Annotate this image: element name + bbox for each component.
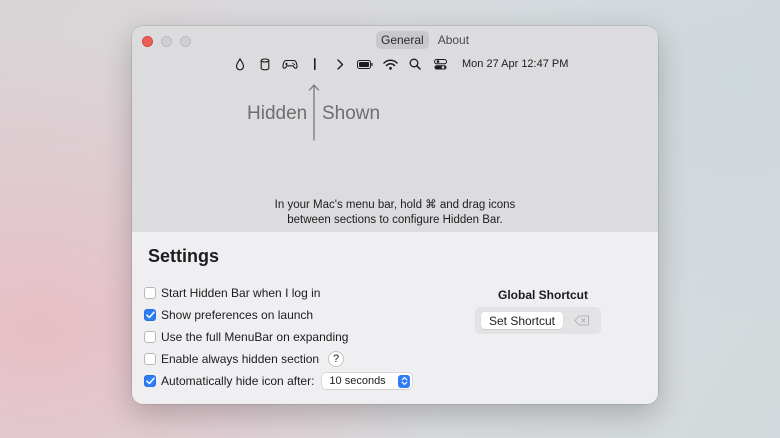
drop-icon bbox=[232, 56, 248, 72]
menubar-preview: Mon 27 Apr 12:47 PM bbox=[232, 56, 568, 72]
minimize-button[interactable] bbox=[161, 36, 172, 47]
hidden-section-label: Hidden bbox=[247, 103, 308, 124]
option-label: Automatically hide icon after: bbox=[161, 374, 315, 388]
preferences-window: General About Mon 27 Apr 12:47 PM Hidden… bbox=[132, 26, 658, 404]
tab-about[interactable]: About bbox=[433, 31, 474, 49]
menubar-clock: Mon 27 Apr 12:47 PM bbox=[462, 58, 569, 70]
option-show-preferences[interactable]: Show preferences on launch bbox=[144, 304, 412, 326]
settings-options: Start Hidden Bar when I log in Show pref… bbox=[144, 282, 413, 392]
window-controls bbox=[142, 36, 191, 47]
option-always-hidden[interactable]: Enable always hidden section ? bbox=[144, 348, 412, 370]
search-icon bbox=[407, 56, 423, 72]
hide-delay-select[interactable]: 10 seconds bbox=[322, 373, 413, 389]
option-start-at-login[interactable]: Start Hidden Bar when I log in bbox=[144, 282, 412, 304]
tab-general[interactable]: General bbox=[376, 31, 429, 49]
delete-key-icon bbox=[573, 315, 589, 326]
clear-shortcut-button[interactable] bbox=[568, 312, 595, 329]
preview-area: General About Mon 27 Apr 12:47 PM Hidden… bbox=[132, 26, 658, 232]
zoom-button[interactable] bbox=[180, 36, 191, 47]
close-button[interactable] bbox=[142, 36, 153, 47]
arrow-up-icon bbox=[308, 84, 320, 141]
cylinder-icon bbox=[257, 56, 273, 72]
separator-bar-icon[interactable] bbox=[307, 56, 323, 72]
checkbox-full-menubar[interactable] bbox=[144, 331, 156, 343]
instructions-line-1: In your Mac's menu bar, hold ⌘ and drag … bbox=[274, 199, 516, 211]
option-auto-hide[interactable]: Automatically hide icon after: 10 second… bbox=[144, 370, 413, 392]
instructions-text: In your Mac's menu bar, hold ⌘ and drag … bbox=[132, 198, 658, 228]
chevron-right-icon[interactable] bbox=[332, 56, 348, 72]
option-full-menubar[interactable]: Use the full MenuBar on expanding bbox=[144, 326, 412, 348]
gamepad-icon bbox=[282, 56, 298, 72]
shown-section-label: Shown bbox=[322, 103, 381, 124]
battery-icon bbox=[357, 56, 373, 72]
option-label: Use the full MenuBar on expanding bbox=[161, 330, 349, 344]
hide-delay-value: 10 seconds bbox=[329, 375, 386, 387]
settings-title: Settings bbox=[148, 246, 220, 266]
checkbox-start-at-login[interactable] bbox=[144, 287, 156, 299]
set-shortcut-button[interactable]: Set Shortcut bbox=[481, 312, 563, 329]
checkbox-show-preferences[interactable] bbox=[144, 309, 156, 321]
checkmark-icon bbox=[145, 311, 155, 319]
section-diagram: Hidden Shown bbox=[132, 81, 658, 141]
help-button[interactable]: ? bbox=[328, 351, 345, 367]
control-center-icon bbox=[432, 56, 448, 72]
global-shortcut-title: Global Shortcut bbox=[498, 288, 588, 302]
option-label: Enable always hidden section bbox=[161, 352, 320, 366]
tab-bar: General About bbox=[376, 31, 474, 49]
option-label: Show preferences on launch bbox=[161, 308, 314, 322]
checkmark-icon bbox=[145, 377, 155, 385]
select-stepper-icon bbox=[398, 374, 411, 388]
instructions-line-2: between sections to configure Hidden Bar… bbox=[287, 214, 503, 226]
shortcut-recorder: Set Shortcut bbox=[475, 307, 601, 334]
checkbox-always-hidden[interactable] bbox=[144, 353, 156, 365]
settings-panel: Settings Start Hidden Bar when I log in … bbox=[132, 232, 658, 404]
option-label: Start Hidden Bar when I log in bbox=[161, 286, 321, 300]
checkbox-auto-hide[interactable] bbox=[144, 375, 156, 387]
wifi-icon bbox=[382, 56, 398, 72]
